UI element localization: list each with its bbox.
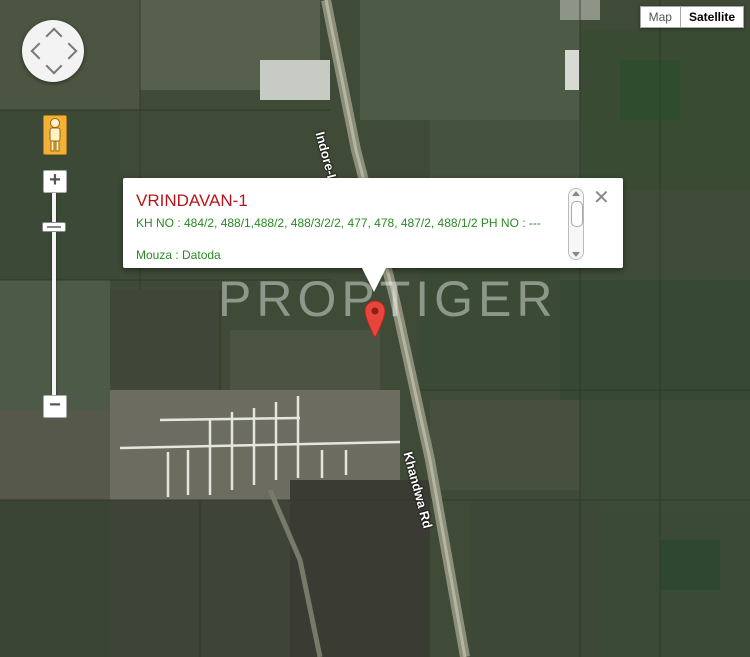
pan-down-icon[interactable]	[45, 57, 63, 75]
map-type-map-button[interactable]: Map	[639, 6, 681, 28]
info-window: VRINDAVAN-1 KH NO : 484/2, 488/1,488/2, …	[123, 178, 623, 268]
pan-up-icon[interactable]	[45, 27, 63, 45]
pan-control[interactable]	[22, 20, 84, 82]
zoom-slider-track[interactable]	[52, 182, 56, 397]
zoom-slider-handle[interactable]	[42, 222, 66, 232]
info-window-title: VRINDAVAN-1	[136, 191, 248, 210]
zoom-in-button[interactable]: +	[43, 170, 67, 193]
map-canvas[interactable]: Indore-Icch Khandwa Rd PROPTIGER Map Sat…	[0, 0, 750, 657]
pan-left-icon[interactable]	[30, 42, 48, 60]
scrollbar-thumb[interactable]	[571, 201, 583, 227]
info-window-scrollbar[interactable]	[568, 188, 584, 260]
pan-right-icon[interactable]	[60, 42, 78, 60]
zoom-out-button[interactable]: −	[43, 395, 67, 418]
watermark: PROPTIGER	[218, 271, 558, 327]
pegman-icon[interactable]	[43, 115, 67, 155]
info-window-kh-no: KH NO : 484/2, 488/1,488/2, 488/3/2/2, 4…	[136, 216, 541, 230]
info-window-mouza: Mouza : Datoda	[136, 248, 221, 262]
map-type-control: Map Satellite	[639, 6, 744, 28]
location-pin-icon[interactable]	[364, 300, 386, 340]
info-window-tail	[362, 268, 386, 292]
close-icon[interactable]: ✕	[593, 188, 610, 208]
map-type-satellite-button[interactable]: Satellite	[680, 6, 744, 28]
pegman-figure-icon	[49, 118, 61, 152]
